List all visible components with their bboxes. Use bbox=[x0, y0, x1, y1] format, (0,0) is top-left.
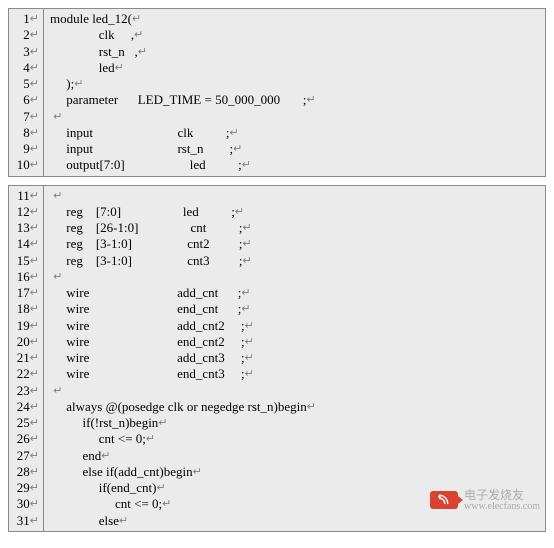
line-number: 11↵ bbox=[15, 188, 39, 204]
code-line: reg [26-1:0] cnt ;↵ bbox=[50, 220, 541, 236]
line-number: 29↵ bbox=[15, 480, 39, 496]
line-number: 12↵ bbox=[15, 204, 39, 220]
line-number-gutter: 1↵2↵3↵4↵5↵6↵7↵8↵9↵10↵ bbox=[9, 9, 44, 176]
line-number: 1↵ bbox=[15, 11, 39, 27]
line-number: 17↵ bbox=[15, 285, 39, 301]
code-line: end↵ bbox=[50, 448, 541, 464]
line-number: 22↵ bbox=[15, 366, 39, 382]
code-line: always @(posedge clk or negedge rst_n)be… bbox=[50, 399, 541, 415]
code-line: rst_n ,↵ bbox=[50, 44, 541, 60]
line-number: 27↵ bbox=[15, 448, 39, 464]
code-block: 11↵12↵13↵14↵15↵16↵17↵18↵19↵20↵21↵22↵23↵2… bbox=[8, 185, 546, 532]
code-block: 1↵2↵3↵4↵5↵6↵7↵8↵9↵10↵module led_12(↵ clk… bbox=[8, 8, 546, 177]
code-area: module led_12(↵ clk ,↵ rst_n ,↵ led↵ );↵… bbox=[44, 9, 545, 176]
line-number: 26↵ bbox=[15, 431, 39, 447]
code-line: wire add_cnt2 ;↵ bbox=[50, 318, 541, 334]
ee-icon bbox=[436, 493, 450, 507]
line-number: 6↵ bbox=[15, 92, 39, 108]
code-line: input clk ;↵ bbox=[50, 125, 541, 141]
line-number: 23↵ bbox=[15, 383, 39, 399]
line-number: 3↵ bbox=[15, 44, 39, 60]
line-number: 2↵ bbox=[15, 27, 39, 43]
code-line: module led_12(↵ bbox=[50, 11, 541, 27]
line-number: 20↵ bbox=[15, 334, 39, 350]
line-number: 14↵ bbox=[15, 236, 39, 252]
line-number-gutter: 11↵12↵13↵14↵15↵16↵17↵18↵19↵20↵21↵22↵23↵2… bbox=[9, 186, 44, 531]
line-number: 30↵ bbox=[15, 496, 39, 512]
code-line: reg [3-1:0] cnt2 ;↵ bbox=[50, 236, 541, 252]
watermark-badge bbox=[430, 491, 458, 509]
code-line: led↵ bbox=[50, 60, 541, 76]
line-number: 9↵ bbox=[15, 141, 39, 157]
watermark: 电子发烧友 www.elecfans.com bbox=[430, 489, 540, 512]
code-line: else if(add_cnt)begin↵ bbox=[50, 464, 541, 480]
code-line: clk ,↵ bbox=[50, 27, 541, 43]
code-line: ↵ bbox=[50, 188, 541, 204]
code-line: reg [3-1:0] cnt3 ;↵ bbox=[50, 253, 541, 269]
line-number: 16↵ bbox=[15, 269, 39, 285]
code-line: wire add_cnt3 ;↵ bbox=[50, 350, 541, 366]
code-line: input rst_n ;↵ bbox=[50, 141, 541, 157]
line-number: 28↵ bbox=[15, 464, 39, 480]
line-number: 4↵ bbox=[15, 60, 39, 76]
line-number: 7↵ bbox=[15, 109, 39, 125]
code-line: if(!rst_n)begin↵ bbox=[50, 415, 541, 431]
line-number: 19↵ bbox=[15, 318, 39, 334]
code-line: else↵ bbox=[50, 513, 541, 529]
code-line: output[7:0] led ;↵ bbox=[50, 157, 541, 173]
line-number: 5↵ bbox=[15, 76, 39, 92]
line-number: 25↵ bbox=[15, 415, 39, 431]
code-line: wire add_cnt ;↵ bbox=[50, 285, 541, 301]
code-line: ↵ bbox=[50, 383, 541, 399]
line-number: 10↵ bbox=[15, 157, 39, 173]
line-number: 21↵ bbox=[15, 350, 39, 366]
code-line: wire end_cnt ;↵ bbox=[50, 301, 541, 317]
line-number: 18↵ bbox=[15, 301, 39, 317]
watermark-text: 电子发烧友 www.elecfans.com bbox=[464, 489, 540, 512]
code-line: parameter LED_TIME = 50_000_000 ;↵ bbox=[50, 92, 541, 108]
code-line: ↵ bbox=[50, 109, 541, 125]
line-number: 13↵ bbox=[15, 220, 39, 236]
watermark-url: www.elecfans.com bbox=[464, 502, 540, 513]
code-line: reg [7:0] led ;↵ bbox=[50, 204, 541, 220]
code-line: ↵ bbox=[50, 269, 541, 285]
line-number: 15↵ bbox=[15, 253, 39, 269]
code-line: wire end_cnt2 ;↵ bbox=[50, 334, 541, 350]
code-line: );↵ bbox=[50, 76, 541, 92]
watermark-name: 电子发烧友 bbox=[464, 489, 540, 502]
code-line: cnt <= 0;↵ bbox=[50, 431, 541, 447]
code-line: wire end_cnt3 ;↵ bbox=[50, 366, 541, 382]
line-number: 8↵ bbox=[15, 125, 39, 141]
line-number: 31↵ bbox=[15, 513, 39, 529]
line-number: 24↵ bbox=[15, 399, 39, 415]
code-area: ↵ reg [7:0] led ;↵ reg [26-1:0] cnt ;↵ r… bbox=[44, 186, 545, 531]
